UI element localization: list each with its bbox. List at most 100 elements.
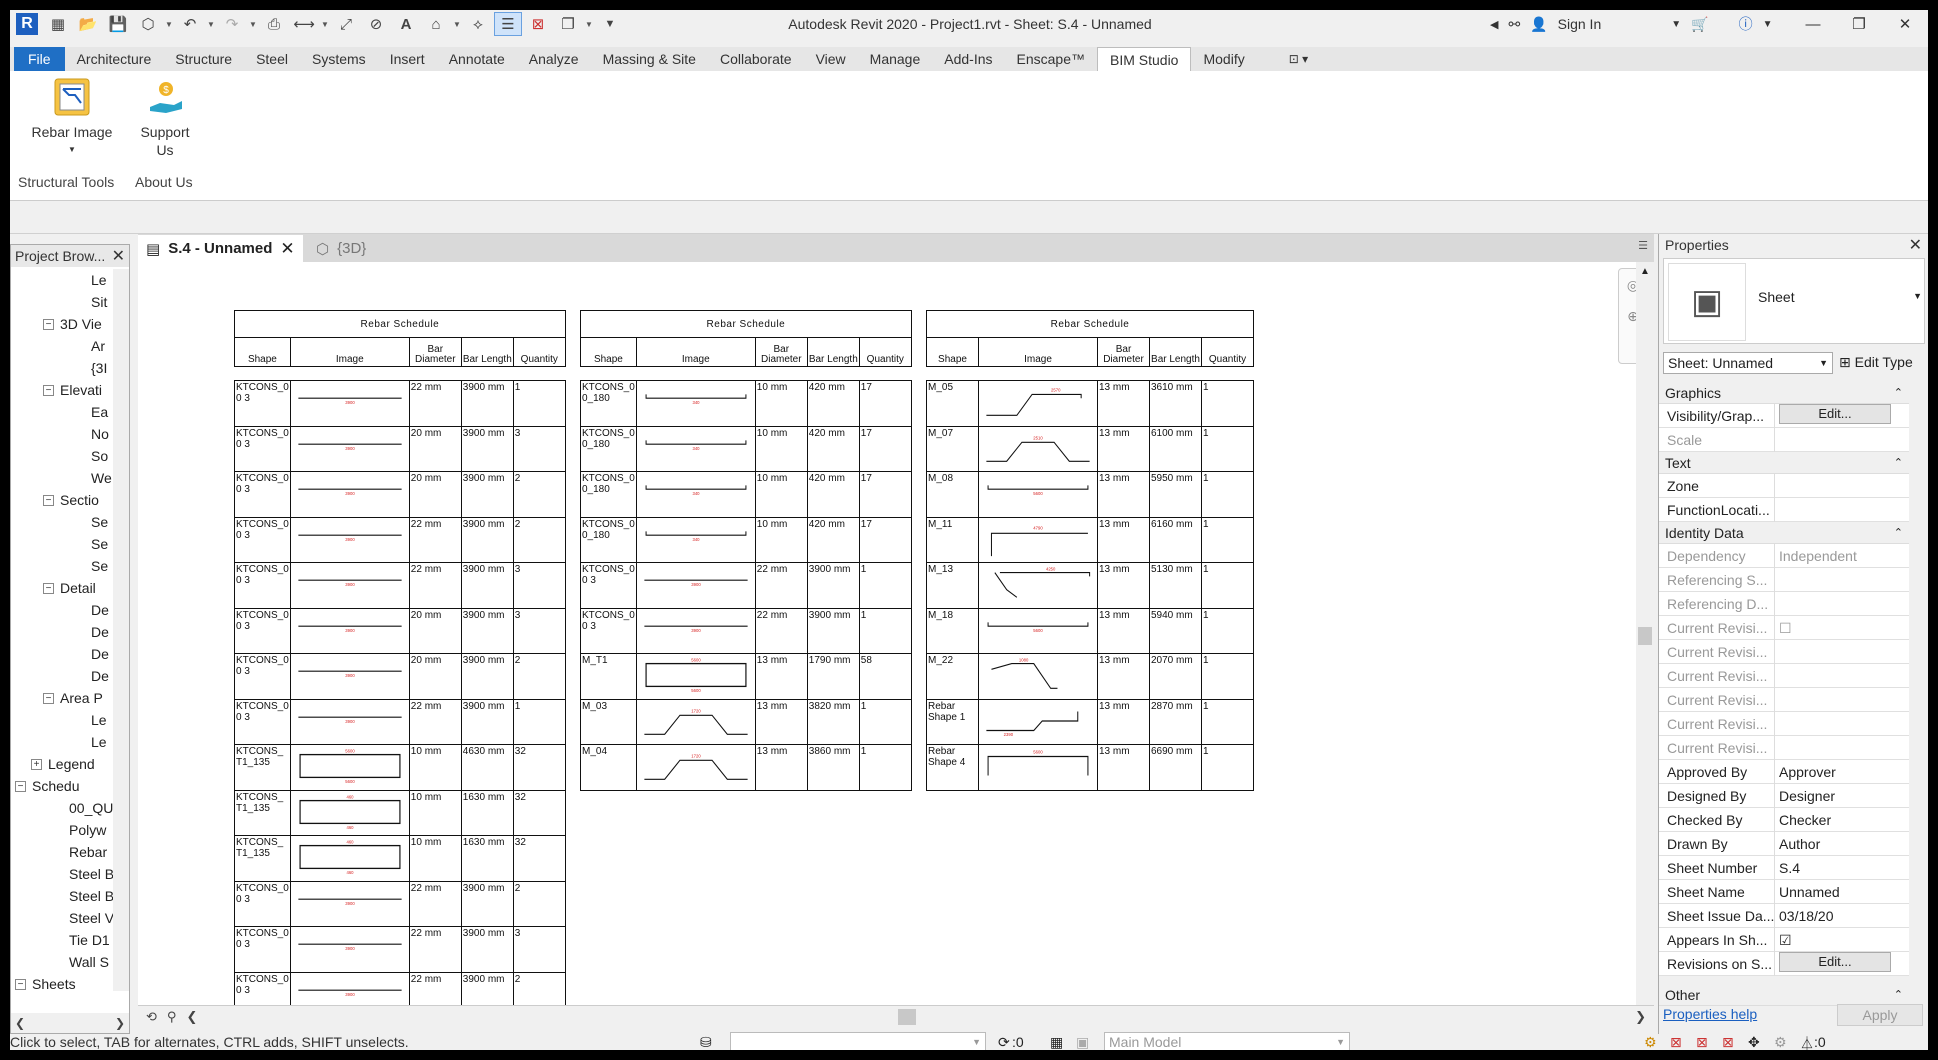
table-row[interactable]: KTCONS_0 0 3 3900 22 mm 3900 mm 3 [234, 926, 566, 973]
browser-tree-item[interactable]: Steel V [11, 907, 113, 929]
browser-tree-item[interactable]: − Schedu [11, 775, 113, 797]
property-value[interactable] [1775, 428, 1909, 452]
tab-list-icon[interactable]: ☰ [1638, 239, 1648, 252]
scroll-right-icon[interactable]: ❯ [1635, 1009, 1646, 1025]
property-value[interactable]: Author [1775, 832, 1909, 856]
collapse-icon[interactable]: − [43, 384, 54, 396]
sign-in-link[interactable]: Sign In [1558, 16, 1602, 32]
tab-sheet-s4[interactable]: ▤ S.4 - Unnamed ✕ [138, 235, 303, 262]
help-icon[interactable]: ⓘ [1739, 14, 1753, 34]
drag-elements-icon[interactable]: ✥ [1748, 1034, 1760, 1050]
tab-steel[interactable]: Steel [244, 47, 300, 71]
scroll-right-icon[interactable]: ❯ [115, 1016, 125, 1030]
scroll-up-icon[interactable]: ▲ [1640, 266, 1650, 277]
browser-tree-item[interactable]: − Area P [11, 687, 113, 709]
collapse-icon[interactable]: − [43, 494, 54, 506]
tab-structure[interactable]: Structure [163, 47, 244, 71]
table-row[interactable]: KTCONS_ T1_135 5600 5600 10 mm 4630 mm 32 [234, 744, 566, 791]
dropdown-caret-icon[interactable]: ▼ [1913, 291, 1922, 301]
close-icon[interactable]: ✕ [1882, 10, 1928, 38]
collapse-icon[interactable]: − [15, 978, 26, 990]
property-row[interactable]: Sheet Issue Da... 03/18/20 [1659, 903, 1909, 928]
edit-button[interactable]: Edit... [1779, 403, 1891, 424]
table-row[interactable]: M_13 4250 13 mm 5130 mm 1 [926, 562, 1254, 609]
table-row[interactable]: KTCONS_0 0 3 3900 22 mm 3900 mm 2 [234, 971, 566, 1005]
edit-button[interactable]: Edit... [1779, 951, 1891, 972]
browser-tree-item[interactable]: De [11, 621, 113, 643]
browser-tree-item[interactable]: − Sectio [11, 489, 113, 511]
tab-architecture[interactable]: Architecture [65, 47, 164, 71]
browser-tree-item[interactable]: − Detail [11, 577, 113, 599]
sheet-canvas[interactable]: Rebar Schedule Shape Image Bar Diameter Bar … [138, 262, 1654, 1005]
browser-horizontal-scrollbar[interactable]: ❮ ❯ [11, 1013, 129, 1033]
rebar-schedule-table[interactable]: Rebar Schedule Shape Image Bar Diameter Bar … [234, 310, 566, 1005]
table-row[interactable]: KTCONS_0 0 3 3900 22 mm 3900 mm 2 [234, 516, 566, 563]
properties-help-link[interactable]: Properties help [1663, 1006, 1757, 1022]
property-row[interactable]: Drawn By Author [1659, 831, 1909, 856]
tab-file[interactable]: File [14, 47, 65, 71]
property-value[interactable]: ☐ [1775, 616, 1909, 640]
browser-tree-item[interactable]: {3I [11, 357, 113, 379]
property-group[interactable]: Identity Data ⌃ [1659, 522, 1909, 544]
browser-tree-item[interactable]: Polyw [11, 819, 113, 841]
type-selector[interactable]: ▣ Sheet ▼ [1663, 258, 1925, 344]
group-other[interactable]: Other ⌃ [1659, 984, 1909, 1006]
browser-tree-item[interactable]: Tie D1 [11, 929, 113, 951]
section-icon[interactable]: ⟡ [464, 12, 492, 36]
canvas-vertical-scrollbar[interactable]: ▲ [1636, 262, 1654, 1005]
print-icon[interactable]: ⎙ [260, 12, 288, 36]
table-row[interactable]: KTCONS_0 0 3 3900 22 mm 3900 mm 3 [234, 562, 566, 609]
property-row[interactable]: Sheet Number S.4 [1659, 855, 1909, 880]
expand-icon[interactable]: + [31, 758, 42, 770]
property-row[interactable]: Sheet Name Unnamed [1659, 879, 1909, 904]
horizontal-scroll-thumb[interactable] [898, 1009, 916, 1025]
table-row[interactable]: KTCONS_0 0_180 340 10 mm 420 mm 17 [580, 425, 912, 472]
property-value[interactable]: Checker [1775, 808, 1909, 832]
property-value[interactable]: S.4 [1775, 856, 1909, 880]
tab-enscape[interactable]: Enscape™ [1005, 47, 1097, 71]
browser-tree-item[interactable]: Le [11, 709, 113, 731]
property-value[interactable]: Independent [1775, 544, 1909, 568]
browser-tree-item[interactable]: Wall S [11, 951, 113, 973]
thin-lines-icon[interactable]: ☰ [494, 12, 522, 36]
text-icon[interactable]: A [392, 12, 420, 36]
collapse-icon[interactable]: − [15, 780, 26, 792]
property-value[interactable] [1775, 736, 1909, 760]
browser-tree-item[interactable]: Rebar [11, 841, 113, 863]
select-underlay-icon[interactable]: ⊠ [1670, 1034, 1682, 1050]
browser-tree-item[interactable]: De [11, 665, 113, 687]
property-row[interactable]: Dependency Independent [1659, 543, 1909, 568]
table-row[interactable]: KTCONS_0 0_180 340 10 mm 420 mm 17 [580, 380, 912, 427]
browser-tree-item[interactable]: + Legend [11, 753, 113, 775]
redo-icon[interactable]: ↷ [218, 12, 246, 36]
workset-selector[interactable]: ▼ [730, 1032, 986, 1050]
table-row[interactable]: M_08 5600 13 mm 5950 mm 1 [926, 471, 1254, 518]
minimize-icon[interactable]: — [1790, 10, 1836, 38]
close-hidden-icon[interactable]: ⊠ [524, 12, 552, 36]
table-row[interactable]: M_05 2570 13 mm 3610 mm 1 [926, 380, 1254, 427]
undo-icon[interactable]: ↶ [176, 12, 204, 36]
tab-view[interactable]: View [804, 47, 858, 71]
table-row[interactable]: M_11 4790 13 mm 6160 mm 1 [926, 516, 1254, 563]
instance-selector[interactable]: Sheet: Unnamed ▼ [1663, 352, 1833, 374]
collapse-icon[interactable]: − [43, 692, 54, 704]
browser-tree-item[interactable]: So [11, 445, 113, 467]
tag-icon[interactable]: ⊘ [362, 12, 390, 36]
user-icon[interactable]: 👤 [1530, 16, 1547, 33]
browser-tree-item[interactable]: 00_QU [11, 797, 113, 819]
collapse-icon[interactable]: − [43, 582, 54, 594]
property-value[interactable]: Edit... [1775, 951, 1909, 976]
open-icon[interactable]: 📂 [74, 12, 102, 36]
edit-type-button[interactable]: ⊞ Edit Type [1839, 354, 1913, 371]
table-row[interactable]: M_22 1080 13 mm 2070 mm 1 [926, 653, 1254, 700]
rebar-schedule-table[interactable]: Rebar Schedule Shape Image Bar Diameter Bar … [580, 310, 912, 791]
browser-tree-item[interactable]: De [11, 599, 113, 621]
scroll-left-icon[interactable]: ❮ [15, 1016, 25, 1030]
browser-tree-item[interactable]: Se [11, 555, 113, 577]
browser-tree-item[interactable]: Steel B [11, 863, 113, 885]
browser-tree-item[interactable]: Ea [11, 401, 113, 423]
browser-tree-item[interactable]: Se [11, 533, 113, 555]
table-row[interactable]: KTCONS_0 0 3 3900 22 mm 3900 mm 1 [234, 698, 566, 745]
tab-massing-site[interactable]: Massing & Site [591, 47, 708, 71]
property-row[interactable]: Referencing D... [1659, 591, 1909, 616]
